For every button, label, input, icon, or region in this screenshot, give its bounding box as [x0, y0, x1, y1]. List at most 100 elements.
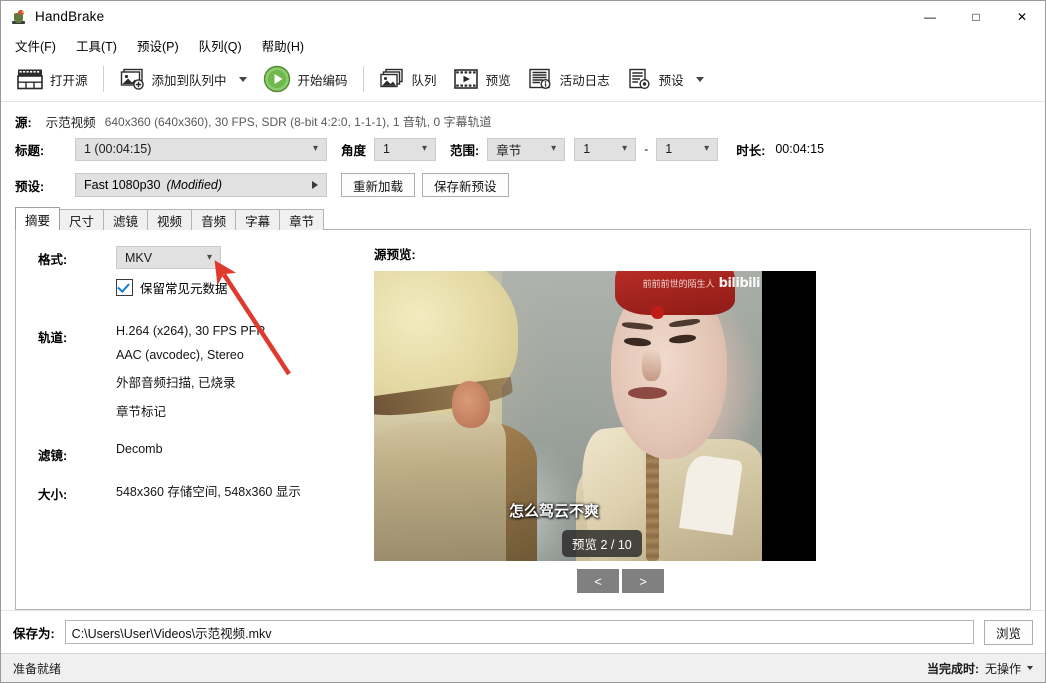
chevron-down-icon: ▾ — [704, 143, 710, 154]
browse-button[interactable]: 浏览 — [983, 619, 1033, 645]
maximize-button[interactable]: □ — [953, 1, 999, 32]
tab-filters[interactable]: 滤镜 — [103, 209, 149, 230]
chevron-right-icon — [312, 181, 318, 189]
range-label: 范围: — [450, 143, 480, 158]
open-source-label: 打开源 — [50, 73, 88, 88]
format-select[interactable]: MKV ▾ — [116, 246, 221, 269]
tab-dimensions[interactable]: 尺寸 — [59, 209, 105, 230]
activity-log-icon — [528, 68, 551, 90]
previous-preview-button[interactable]: < — [577, 569, 619, 593]
queue-button[interactable]: 队列 — [371, 61, 445, 97]
menu-presets[interactable]: 预设(P) — [127, 33, 189, 58]
presets-button[interactable]: 预设 — [618, 61, 712, 97]
queue-label: 队列 — [411, 73, 437, 88]
chapter-start-select[interactable]: 1 ▾ — [574, 137, 637, 161]
info-rows: 源: 示范视频 640x360 (640x360), 30 FPS, SDR (… — [1, 102, 1045, 200]
watermark-text: 前前前世的陌生人 — [642, 279, 715, 289]
handbrake-icon — [11, 9, 27, 25]
start-encode-label: 开始编码 — [297, 73, 348, 88]
menu-help[interactable]: 帮助(H) — [252, 33, 314, 58]
chevron-down-icon: ▾ — [622, 143, 628, 154]
metadata-checkbox[interactable] — [116, 279, 133, 296]
range-select[interactable]: 章节 ▾ — [487, 137, 566, 161]
play-icon — [263, 65, 290, 93]
menu-file[interactable]: 文件(F) — [5, 33, 66, 58]
format-label: 格式: — [38, 253, 68, 267]
activity-log-button[interactable]: 活动日志 — [519, 61, 618, 97]
when-done-value: 无操作 — [984, 661, 1021, 676]
filters-label: 滤镜: — [38, 449, 68, 463]
chevron-down-icon: ▾ — [551, 143, 557, 154]
preset-select[interactable]: Fast 1080p30 (Modified) — [75, 173, 327, 197]
minimize-button[interactable]: — — [907, 1, 953, 32]
start-encode-button[interactable]: 开始编码 — [255, 61, 356, 97]
tab-chapters[interactable]: 章节 — [279, 209, 325, 230]
add-to-queue-button[interactable]: 添加到队列中 — [111, 61, 255, 97]
chevron-down-icon[interactable] — [1027, 666, 1033, 670]
preview-button[interactable]: 预览 — [445, 61, 519, 97]
tab-subtitles[interactable]: 字幕 — [235, 209, 281, 230]
activity-log-label: 活动日志 — [559, 73, 610, 88]
chapter-end-value: 1 — [665, 142, 673, 156]
presets-label: 预设 — [658, 73, 684, 88]
size-label: 大小: — [38, 488, 68, 502]
title-select[interactable]: 1 (00:04:15) ▾ — [75, 137, 327, 161]
source-name: 示范视频 — [45, 115, 96, 130]
chevron-down-icon: ▾ — [312, 143, 318, 154]
summary-panel: 格式: MKV ▾ 保留常见元数据 轨道: H.264 (x264), 30 F… — [15, 229, 1031, 610]
menu-tools[interactable]: 工具(T) — [66, 33, 127, 58]
menu-bar: 文件(F) 工具(T) 预设(P) 队列(Q) 帮助(H) — [1, 33, 1045, 57]
chapter-end-select[interactable]: 1 ▾ — [656, 137, 719, 161]
preset-row: 预设: Fast 1080p30 (Modified) 重新加载 保存新预设 — [15, 170, 1031, 200]
reload-preset-button[interactable]: 重新加载 — [341, 173, 416, 197]
size-value: 548x360 存储空间, 548x360 显示 — [116, 485, 301, 499]
preview-navigation: < > — [577, 569, 1030, 593]
window-controls: — □ ✕ — [907, 1, 1045, 32]
video-watermark: 前前前世的陌生人 bilibili — [642, 276, 761, 291]
tab-video[interactable]: 视频 — [147, 209, 193, 230]
next-preview-button[interactable]: > — [622, 569, 664, 593]
tab-audio[interactable]: 音频 — [191, 209, 237, 230]
menu-queue[interactable]: 队列(Q) — [189, 33, 252, 58]
frame-subtitle: 怎么驾云不爽 — [509, 503, 600, 520]
toolbar: 打开源 添加到队列中 开始编码 队列 预览 活动日志 预设 — [1, 57, 1045, 102]
track-line: 外部音频扫描, 已烧录 — [116, 376, 236, 390]
save-new-preset-button[interactable]: 保存新预设 — [422, 173, 509, 197]
track-line: 章节标记 — [116, 405, 167, 419]
summary-left-column: 格式: MKV ▾ 保留常见元数据 轨道: H.264 (x264), 30 F… — [16, 230, 366, 609]
track-line: H.264 (x264), 30 FPS PFR — [116, 324, 266, 338]
metadata-checkbox-label: 保留常见元数据 — [140, 282, 228, 296]
add-to-queue-icon — [120, 68, 144, 90]
angle-select-value: 1 — [383, 142, 390, 156]
tracks-row: 轨道: H.264 (x264), 30 FPS PFR AAC (avcode… — [38, 324, 366, 420]
tab-strip: 摘要 尺寸 滤镜 视频 音频 字幕 章节 — [15, 207, 1031, 230]
range-select-value: 章节 — [496, 143, 522, 158]
bilibili-logo-icon: bilibili — [718, 276, 761, 291]
tracks-label: 轨道: — [38, 331, 68, 345]
chevron-down-icon: ▾ — [421, 143, 428, 154]
metadata-checkbox-row[interactable]: 保留常见元数据 — [116, 278, 366, 297]
chevron-down-icon[interactable] — [695, 76, 704, 82]
preview-column: 源预览: 前前前世的陌生人 bilibili 怎么驾云不爽 预览 2 / 10 … — [366, 230, 1030, 609]
film-preview-icon — [453, 69, 478, 89]
save-as-bar: 保存为: C:\Users\User\Videos\示范视频.mkv 浏览 — [1, 610, 1045, 653]
preset-name: Fast 1080p30 — [84, 178, 161, 192]
chevron-down-icon[interactable] — [238, 76, 247, 82]
close-button[interactable]: ✕ — [999, 1, 1045, 32]
preset-modified-state: (Modified) — [166, 178, 223, 192]
source-info: 640x360 (640x360), 30 FPS, SDR (8-bit 4:… — [104, 114, 492, 129]
when-done-control[interactable]: 当完成时: 无操作 — [927, 660, 1033, 677]
preview-label: 预览 — [485, 73, 511, 88]
tracks-values: H.264 (x264), 30 FPS PFR AAC (avcodec), … — [116, 324, 265, 420]
source-label: 源: — [15, 115, 32, 130]
tab-summary[interactable]: 摘要 — [15, 207, 61, 230]
destination-path-value: C:\Users\User\Videos\示范视频.mkv — [71, 626, 272, 641]
angle-select[interactable]: 1 ▾ — [374, 137, 437, 161]
preview-image[interactable]: 前前前世的陌生人 bilibili 怎么驾云不爽 预览 2 / 10 — [374, 271, 816, 561]
destination-path-input[interactable]: C:\Users\User\Videos\示范视频.mkv — [64, 620, 974, 644]
letterbox-bar — [762, 271, 816, 561]
format-row: 格式: MKV ▾ — [38, 246, 366, 269]
open-source-button[interactable]: 打开源 — [9, 61, 96, 97]
queue-icon — [379, 68, 403, 88]
save-as-label: 保存为: — [13, 626, 55, 641]
